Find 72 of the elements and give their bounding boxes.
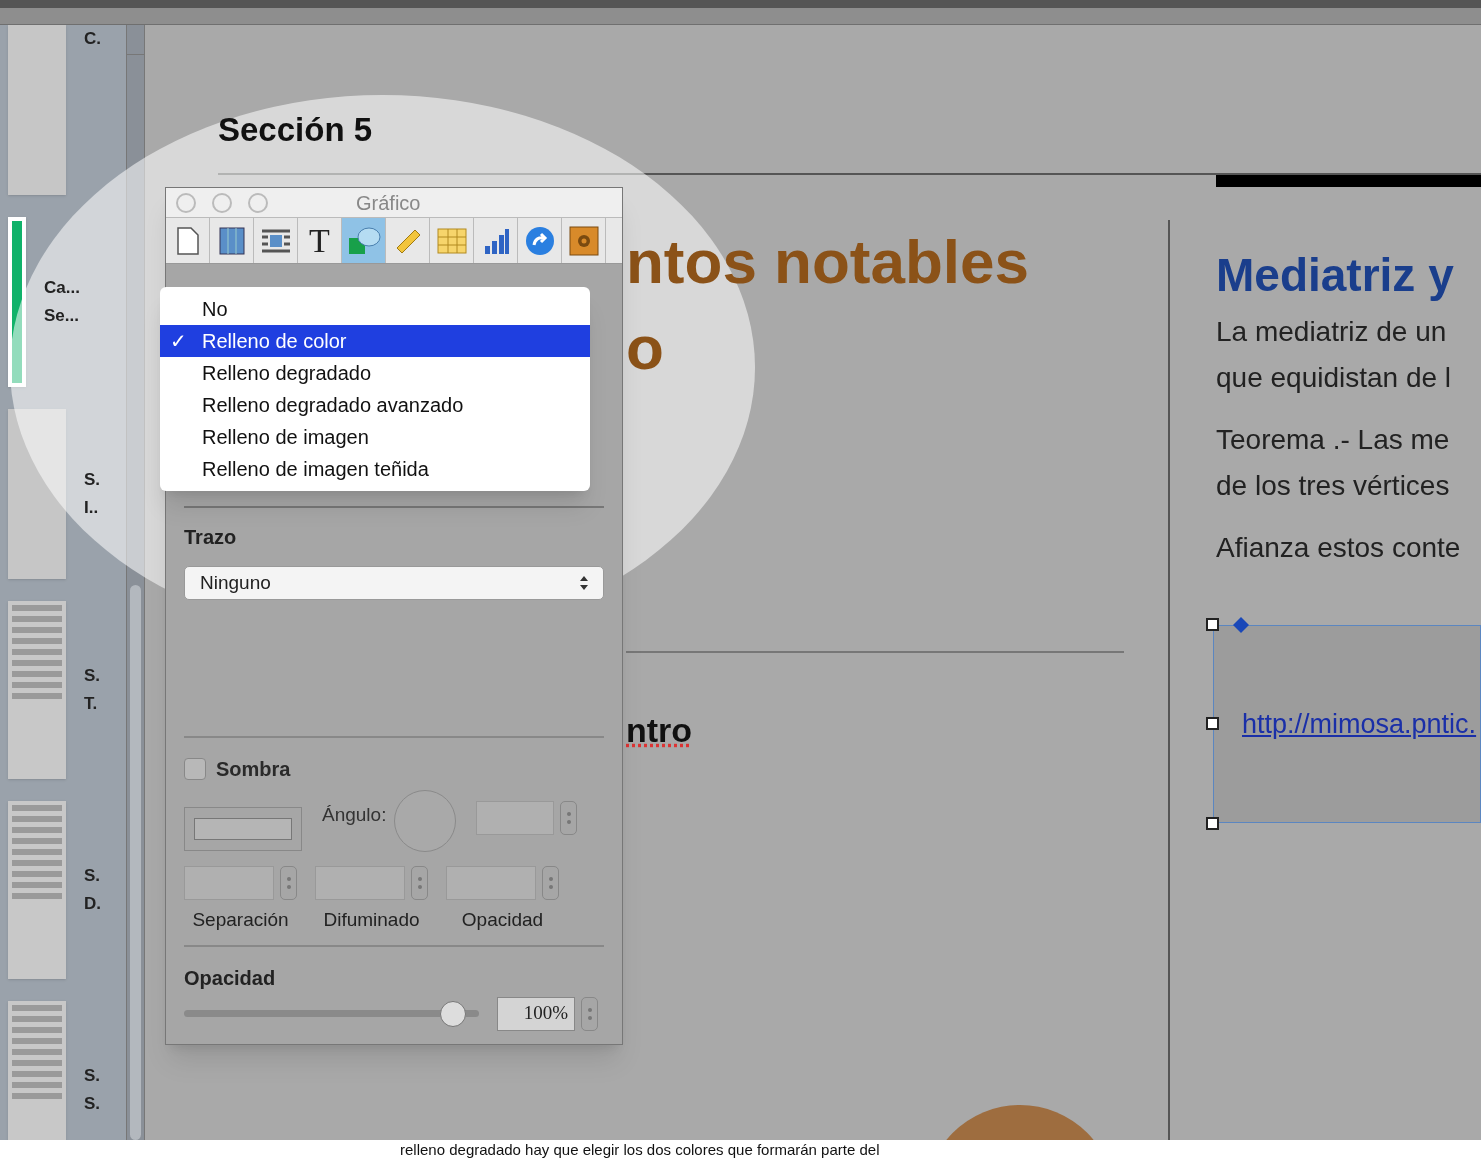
page-label: I.. <box>84 497 100 519</box>
stepper[interactable] <box>560 801 578 835</box>
shapes-icon <box>346 225 381 256</box>
gear-icon <box>568 225 599 256</box>
page-label: S. <box>84 1093 101 1115</box>
menu-item[interactable]: Relleno de imagen teñida <box>160 453 590 485</box>
page-thumbnail[interactable] <box>8 601 66 779</box>
page-thumbnail[interactable] <box>8 1001 66 1140</box>
field-label: Opacidad <box>461 908 544 932</box>
selection-handle[interactable] <box>1206 617 1219 631</box>
page-icon <box>175 225 200 256</box>
paragraph-line: La mediatriz de un <box>1216 314 1448 349</box>
window-control[interactable] <box>212 192 232 213</box>
section-title: Sección 5 <box>218 110 373 150</box>
menu-item[interactable]: Relleno degradado avanzado <box>160 389 590 421</box>
page-label: Ca... <box>44 277 80 299</box>
stepper[interactable] <box>542 866 559 900</box>
page-label: Se... <box>44 305 80 327</box>
arrow-circle-icon <box>524 225 555 256</box>
shadow-checkbox[interactable] <box>184 758 206 780</box>
paragraph-line: de los tres vértices <box>1216 468 1451 503</box>
page-thumbnail[interactable] <box>8 409 66 579</box>
page-thumbnail[interactable] <box>8 25 66 195</box>
window-control[interactable] <box>248 192 268 213</box>
color-well[interactable] <box>184 807 302 851</box>
subtitle-fragment: ntro <box>626 709 693 751</box>
page-label: T. <box>84 693 99 715</box>
control-point[interactable] <box>1233 616 1249 633</box>
menu-item[interactable]: ✓ Relleno de color <box>160 325 590 357</box>
scroll-bar[interactable] <box>126 25 144 1140</box>
window-control[interactable] <box>176 192 196 213</box>
paragraph-line: Afianza estos conte <box>1216 530 1462 565</box>
stepper[interactable] <box>581 996 598 1031</box>
page-label: S. <box>84 665 101 687</box>
stepper[interactable] <box>280 866 297 900</box>
title-fragment: o <box>626 311 664 384</box>
section-label: Trazo <box>184 525 238 550</box>
window-title: Gráfico <box>356 190 421 216</box>
page-thumbnail[interactable] <box>8 801 66 979</box>
field-label: Separación <box>192 908 289 932</box>
grid-icon <box>218 226 245 255</box>
page-label: D. <box>84 893 101 915</box>
field-label: Ángulo: <box>322 802 387 827</box>
text-box[interactable]: http://mimosa.pntic. <box>1213 624 1481 823</box>
article-heading: Mediatriz y <box>1216 247 1455 303</box>
page-label: S. <box>84 469 101 491</box>
paragraph-line: que equidistan de l <box>1216 360 1453 395</box>
section-label: Opacidad <box>184 965 277 991</box>
text-icon: T <box>309 223 330 258</box>
page-label: C. <box>84 28 101 50</box>
checkbox-label: Sombra <box>216 757 291 782</box>
lines-icon <box>260 227 291 254</box>
paragraph-line: Teorema .- Las me <box>1216 422 1451 457</box>
opacity-field[interactable]: 100% <box>497 996 575 1031</box>
page-label: S. <box>84 865 101 887</box>
menu-item[interactable]: Relleno degradado <box>160 357 590 389</box>
page-thumbnail[interactable] <box>8 217 26 387</box>
selection-handle[interactable] <box>1206 816 1219 830</box>
check-mark: ✓ <box>169 329 188 354</box>
popup-arrows-icon <box>580 575 588 591</box>
opacity-slider[interactable] <box>184 1000 479 1027</box>
page-label: S. <box>84 1065 101 1087</box>
table-icon <box>436 227 467 254</box>
slider-thumb[interactable] <box>439 1000 466 1027</box>
menu-item[interactable]: Relleno de imagen <box>160 421 590 453</box>
title-fragment: ntos notables <box>626 225 1030 298</box>
menu-item[interactable]: No <box>160 293 590 325</box>
selection-handle[interactable] <box>1206 716 1219 730</box>
link[interactable]: http://mimosa.pntic. <box>1242 708 1477 739</box>
field-label: Difuminado <box>323 908 420 932</box>
stroke-select[interactable]: Ninguno <box>184 566 604 600</box>
stepper[interactable] <box>411 866 428 900</box>
